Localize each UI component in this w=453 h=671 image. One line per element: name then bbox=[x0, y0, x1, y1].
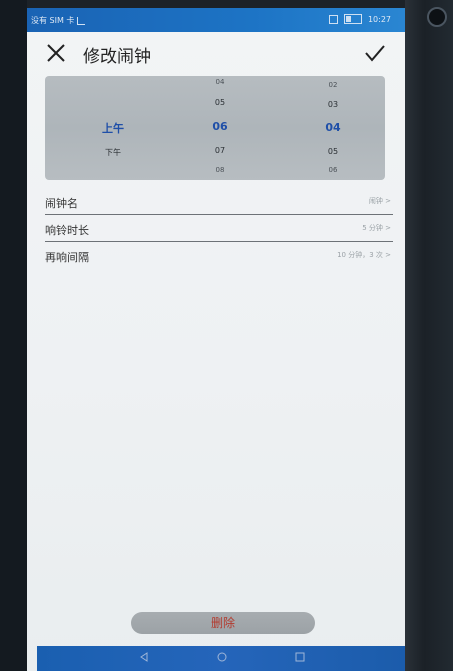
status-left: 没有 SIM 卡 bbox=[31, 15, 86, 26]
setting-value: 闹钟 > bbox=[368, 197, 391, 205]
minute-below: 05 bbox=[327, 147, 339, 156]
delete-button[interactable]: 删除 bbox=[131, 612, 315, 634]
setting-row-alarm-name[interactable]: 闹钟名 闹钟 > bbox=[45, 188, 393, 215]
setting-value: 10 分钟，3 次 > bbox=[337, 251, 391, 259]
close-button[interactable] bbox=[45, 42, 67, 64]
notification-icon bbox=[328, 14, 338, 24]
minute-above: 03 bbox=[327, 100, 339, 109]
ampm-selected: 上午 bbox=[102, 122, 124, 135]
recents-icon[interactable] bbox=[295, 652, 305, 662]
hour-far-below: 08 bbox=[215, 166, 225, 174]
hour-far-above: 04 bbox=[215, 78, 225, 86]
hour-above: 05 bbox=[214, 98, 226, 107]
ampm-next: 下午 bbox=[105, 148, 121, 157]
navigation-bar bbox=[37, 646, 405, 671]
close-icon bbox=[47, 44, 65, 62]
carrier-text: 没有 SIM 卡 bbox=[31, 16, 75, 25]
setting-label: 闹钟名 bbox=[45, 197, 78, 210]
status-bar: 没有 SIM 卡 10:27 bbox=[27, 8, 405, 32]
page-title: 修改闹钟 bbox=[83, 47, 151, 67]
setting-row-ring-duration[interactable]: 响铃时长 5 分钟 > bbox=[45, 215, 393, 242]
status-right: 10:27 bbox=[328, 14, 391, 24]
title-bar: 修改闹钟 bbox=[27, 32, 405, 72]
setting-row-snooze-interval[interactable]: 再响间隔 10 分钟，3 次 > bbox=[45, 242, 393, 269]
hour-below: 07 bbox=[214, 146, 226, 155]
back-icon[interactable] bbox=[139, 652, 149, 662]
signal-icon bbox=[77, 16, 86, 25]
home-icon[interactable] bbox=[217, 652, 227, 662]
device-frame-right bbox=[405, 0, 453, 671]
minute-far-above: 02 bbox=[328, 81, 338, 89]
status-time: 10:27 bbox=[367, 14, 391, 24]
setting-value: 5 分钟 > bbox=[362, 224, 391, 232]
minute-far-below: 06 bbox=[328, 166, 338, 174]
time-picker[interactable]: 上午 下午 04 05 06 07 08 02 03 04 05 06 bbox=[45, 76, 385, 180]
device-side-decoration bbox=[433, 168, 453, 212]
phone-screen: 没有 SIM 卡 10:27 修改闹钟 上午 下午 04 05 06 07 08… bbox=[27, 8, 405, 671]
battery-icon bbox=[343, 14, 362, 24]
camera-icon bbox=[427, 7, 447, 27]
hour-selected: 06 bbox=[212, 120, 228, 133]
minute-selected: 04 bbox=[325, 121, 341, 134]
setting-label: 响铃时长 bbox=[45, 224, 89, 237]
setting-label: 再响间隔 bbox=[45, 251, 89, 264]
device-frame-left bbox=[0, 0, 27, 671]
confirm-button[interactable] bbox=[363, 42, 387, 64]
check-icon bbox=[365, 45, 385, 62]
